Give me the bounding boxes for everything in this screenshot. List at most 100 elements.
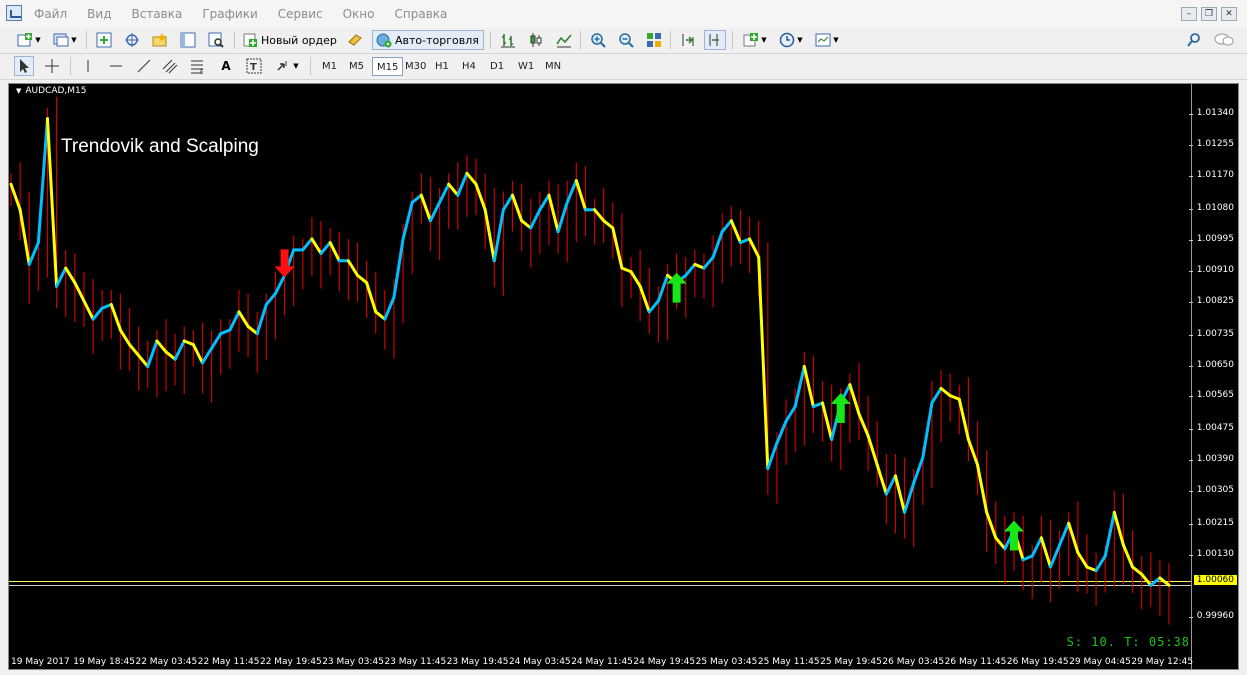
price-segment [483, 208, 496, 263]
price-segment [164, 350, 177, 361]
price-tick-label: 0.99960 [1188, 611, 1234, 621]
price-tick-label: 1.01170 [1188, 169, 1234, 180]
price-segment [246, 324, 259, 336]
time-tick-label: 29 May 04:45 [1069, 657, 1131, 667]
vertical-line-button[interactable] [78, 56, 98, 76]
price-segment [903, 481, 916, 514]
price-segment [36, 117, 49, 245]
timeframe-m15-button[interactable]: M15 [372, 57, 404, 76]
timeframe-mn-button[interactable]: MN [541, 57, 565, 76]
search-button[interactable] [1184, 30, 1204, 50]
price-segment [1067, 521, 1080, 554]
price-segment [419, 193, 432, 223]
timeframe-h4-button[interactable]: H4 [458, 57, 480, 76]
zoom-out-button[interactable] [616, 30, 636, 50]
menu-item[interactable]: Графики [202, 7, 257, 21]
price-chart [9, 96, 1192, 625]
chart-shift-button[interactable] [704, 30, 726, 50]
new-chart-button[interactable]: ▼ [14, 30, 44, 50]
minimize-icon[interactable]: – [1181, 7, 1197, 21]
terminal-button[interactable] [178, 30, 198, 50]
price-segment [966, 437, 980, 467]
time-tick-label: 25 May 19:45 [820, 657, 882, 667]
timeframe-m1-button[interactable]: M1 [318, 57, 341, 76]
price-segment [456, 171, 469, 197]
time-tick-label: 23 May 19:45 [446, 657, 509, 667]
price-segment [1112, 510, 1125, 547]
new-order-button[interactable]: Новый ордер [242, 30, 340, 50]
navigator-button[interactable] [150, 30, 170, 50]
text-label-button[interactable]: T [244, 56, 264, 76]
line-chart-icon [556, 34, 572, 48]
bar-chart-button[interactable] [498, 30, 518, 50]
price-segment [1076, 550, 1089, 569]
menu-item[interactable]: Вставка [131, 7, 182, 21]
price-segment [392, 237, 405, 299]
menu-bar: Файл Вид Вставка Графики Сервис Окно Справка –… [0, 0, 1247, 29]
restore-icon[interactable]: ❐ [1201, 7, 1217, 21]
price-segment [82, 299, 95, 321]
strategy-tester-button[interactable] [206, 30, 226, 50]
periods-button[interactable]: ▼ [776, 30, 806, 50]
price-segment [629, 270, 642, 288]
line-chart-button[interactable] [554, 30, 574, 50]
price-segment [821, 401, 834, 441]
trendline-button[interactable] [134, 56, 154, 76]
price-segment [45, 117, 59, 288]
chart-shift-icon [709, 34, 719, 46]
menu-item[interactable]: Файл [34, 7, 67, 21]
tile-windows-button[interactable] [644, 30, 664, 50]
templates-button[interactable]: ▼ [812, 30, 842, 50]
price-segment [474, 182, 487, 212]
price-segment [1039, 536, 1052, 569]
search-icon [1187, 33, 1200, 47]
price-segment [1058, 521, 1071, 547]
market-watch-button[interactable] [94, 30, 114, 50]
auto-trading-button[interactable]: Авто-торговля [372, 30, 484, 50]
close-icon[interactable]: ✕ [1221, 7, 1237, 21]
price-segment [301, 237, 314, 252]
auto-scroll-button[interactable] [678, 30, 698, 50]
profiles-button[interactable]: ▼ [50, 30, 80, 50]
price-segment [912, 456, 925, 485]
price-segment [593, 208, 606, 223]
price-segment [137, 354, 150, 368]
meta-editor-button[interactable] [344, 30, 366, 50]
chat-button[interactable] [1212, 30, 1236, 50]
price-segment [574, 179, 587, 212]
crosshair-button[interactable] [42, 56, 62, 76]
time-tick-label: 25 May 03:45 [695, 657, 758, 667]
price-axis[interactable]: 1.01340 1.01255 1.01170 1.01080 1.00995 1.009… [1188, 84, 1238, 669]
new-order-icon [243, 33, 257, 47]
price-segment [957, 397, 970, 441]
price-segment [748, 237, 761, 259]
candlestick-button[interactable] [526, 30, 546, 50]
timeframe-w1-button[interactable]: W1 [514, 57, 538, 76]
data-window-button[interactable] [122, 30, 142, 50]
text-a-icon: A [221, 59, 231, 73]
price-segment [930, 386, 943, 405]
timeframe-d1-button[interactable]: D1 [486, 57, 508, 76]
fibonacci-button[interactable]: F [188, 56, 208, 76]
price-segment [538, 193, 551, 212]
zoom-in-button[interactable] [588, 30, 608, 50]
arrows-button[interactable]: ▼ [272, 56, 302, 76]
horizontal-line-button[interactable] [106, 56, 126, 76]
menu-item[interactable]: Сервис [278, 7, 323, 21]
menu-item[interactable]: Справка [395, 7, 448, 21]
timeframe-m5-button[interactable]: M5 [345, 57, 368, 76]
chart-window[interactable]: AUDCAD,M15 Trendovik and Scalping S: 10.… [8, 83, 1239, 670]
equidistant-channel-button[interactable] [160, 56, 180, 76]
menu-item[interactable]: Вид [87, 7, 111, 21]
menu-item[interactable]: Окно [343, 7, 375, 21]
app-icon[interactable] [6, 5, 22, 21]
timeframe-m30-button[interactable]: M30 [401, 57, 430, 76]
text-button[interactable]: A [216, 56, 236, 76]
terminal-icon [180, 32, 196, 48]
price-segment [1121, 543, 1135, 569]
indicators-button[interactable]: ▼ [740, 30, 770, 50]
time-tick-label: 19 May 2017 [11, 657, 70, 667]
tester-icon [208, 32, 224, 48]
cursor-button[interactable] [14, 56, 34, 76]
timeframe-h1-button[interactable]: H1 [431, 57, 453, 76]
